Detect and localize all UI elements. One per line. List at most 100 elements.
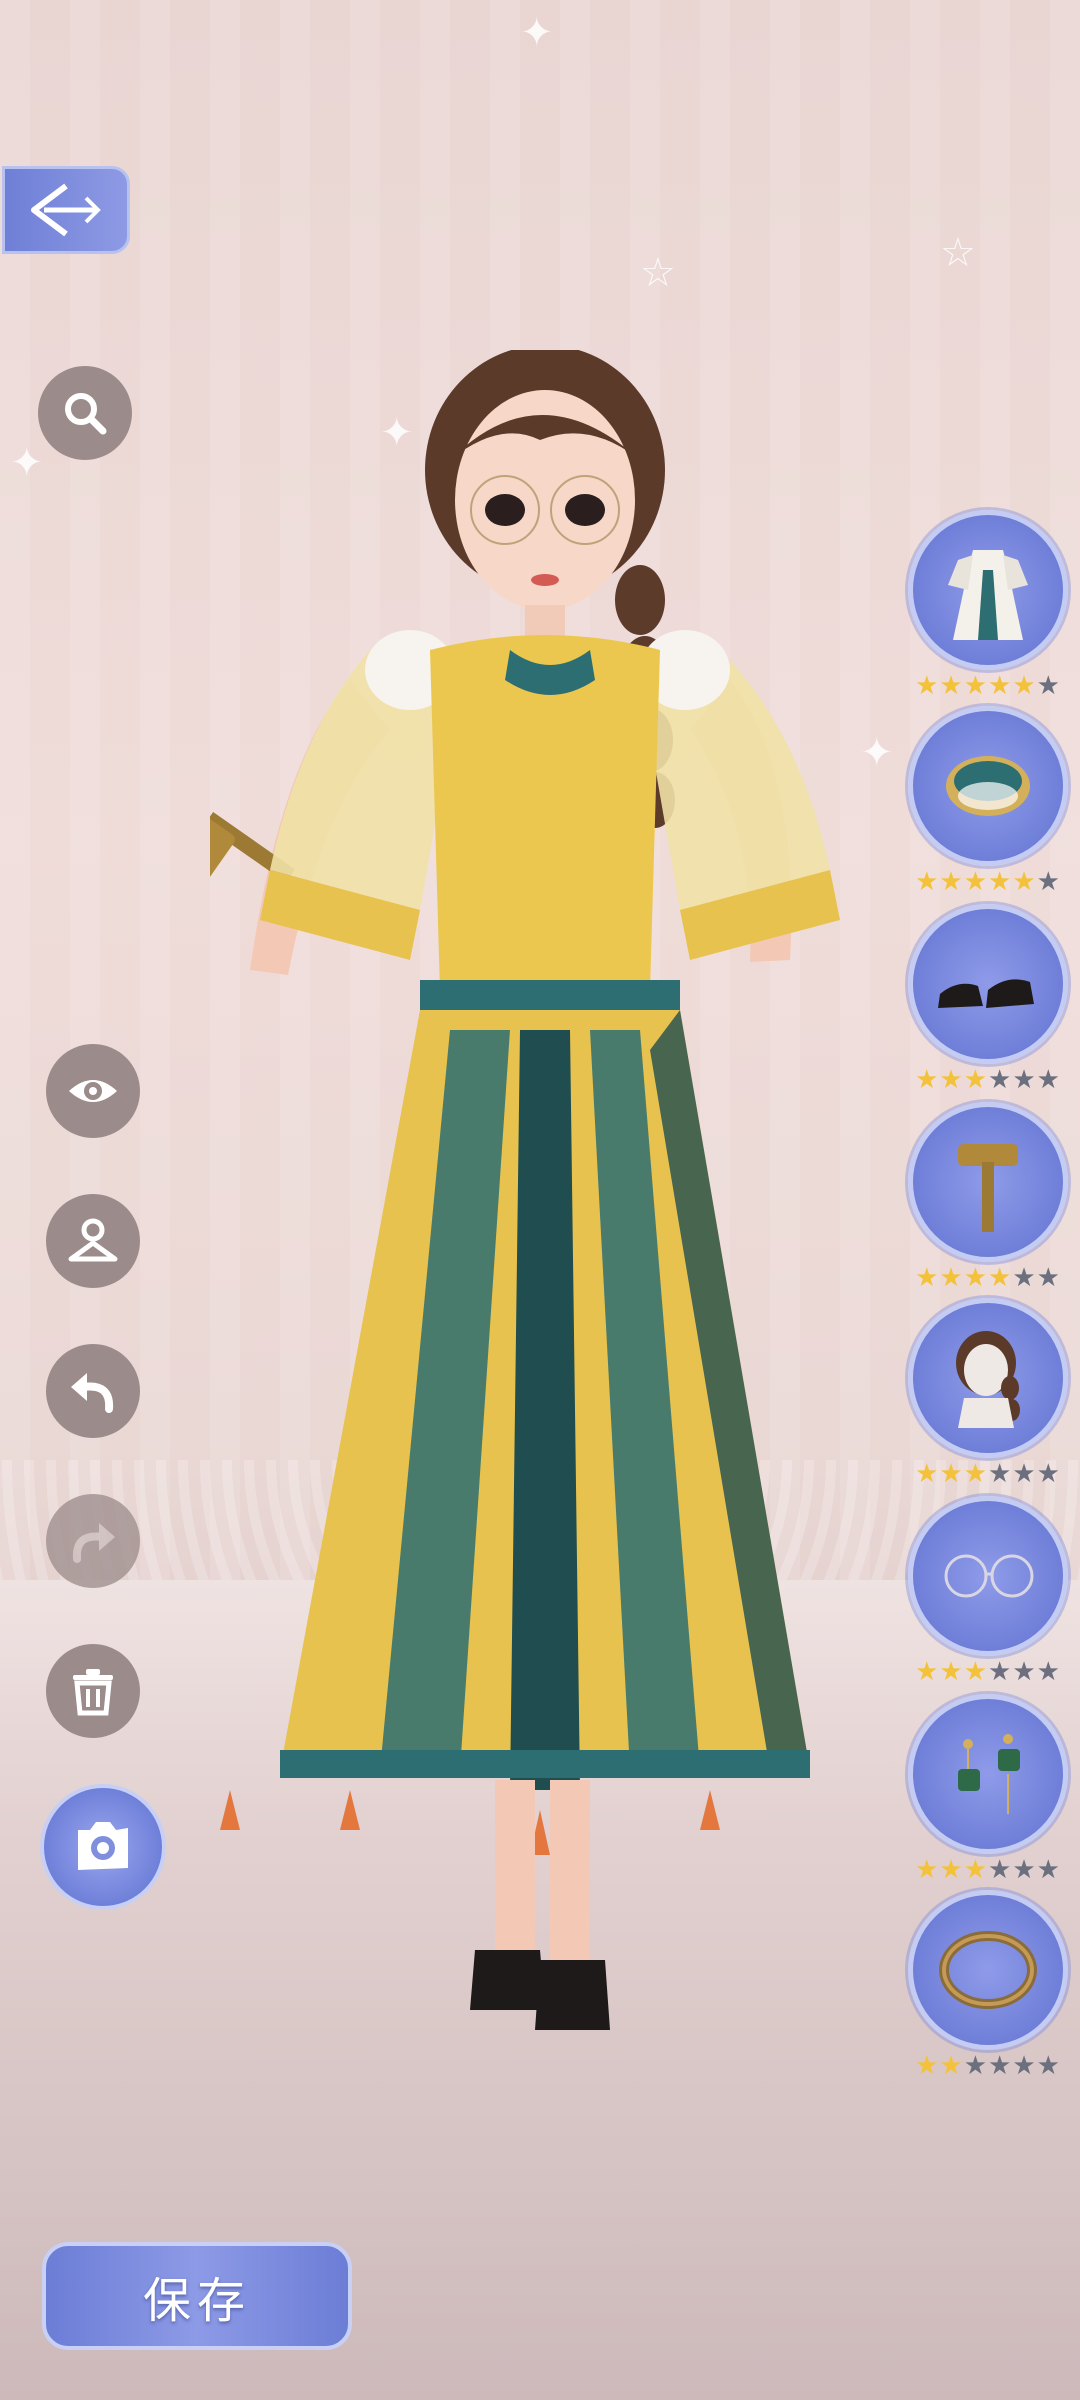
character-model [210, 350, 840, 2030]
star-empty-icon: ★ [1012, 1263, 1036, 1293]
star-filled-icon: ★ [939, 671, 963, 701]
camera-icon [78, 1822, 128, 1870]
star-empty-icon: ★ [988, 1065, 1012, 1095]
star-filled-icon: ★ [963, 1065, 987, 1095]
star-empty-icon: ★ [1012, 1459, 1036, 1489]
item-thumbnail[interactable] [907, 904, 1068, 1064]
star-empty-icon: ★ [963, 2051, 987, 2081]
star-filled-icon: ★ [988, 671, 1012, 701]
star-filled-icon: ★ [915, 1459, 939, 1489]
sparkle-icon: ☆ [640, 250, 676, 296]
star-empty-icon: ★ [1012, 1855, 1036, 1885]
star-rating: ★ ★ ★ ★ ★ ★ [905, 1460, 1070, 1488]
star-empty-icon: ★ [1036, 2051, 1060, 2081]
star-empty-icon: ★ [1036, 1657, 1060, 1687]
star-filled-icon: ★ [1012, 867, 1036, 897]
star-rating: ★ ★ ★ ★ ★ ★ [905, 672, 1070, 700]
back-button[interactable] [2, 166, 130, 254]
hide-ui-button[interactable] [46, 1044, 140, 1138]
ring-bracelet-icon [938, 1931, 1037, 2009]
star-filled-icon: ★ [915, 671, 939, 701]
item-thumbnail[interactable] [907, 510, 1068, 670]
hammer-icon [957, 1144, 1018, 1232]
star-rating: ★ ★ ★ ★ ★ ★ [905, 2052, 1070, 2080]
star-empty-icon: ★ [1012, 1065, 1036, 1095]
star-filled-icon: ★ [963, 671, 987, 701]
star-filled-icon: ★ [963, 1263, 987, 1293]
star-rating: ★ ★ ★ ★ ★ ★ [905, 1066, 1070, 1094]
redo-button[interactable] [46, 1494, 140, 1588]
star-filled-icon: ★ [1012, 671, 1036, 701]
undo-button[interactable] [46, 1344, 140, 1438]
camera-button[interactable] [40, 1784, 166, 1910]
star-filled-icon: ★ [939, 867, 963, 897]
star-filled-icon: ★ [988, 867, 1012, 897]
star-filled-icon: ★ [915, 1263, 939, 1293]
star-filled-icon: ★ [939, 1657, 963, 1687]
star-filled-icon: ★ [988, 1263, 1012, 1293]
item-slot-bracelet[interactable]: ★ ★ ★ ★ ★ ★ [905, 706, 1070, 896]
star-empty-icon: ★ [1036, 1065, 1060, 1095]
star-rating: ★ ★ ★ ★ ★ ★ [905, 1658, 1070, 1686]
star-rating: ★ ★ ★ ★ ★ ★ [905, 1264, 1070, 1292]
delete-button[interactable] [46, 1644, 140, 1738]
sparkle-icon: ☆ [940, 230, 976, 276]
item-slot-glasses[interactable]: ★ ★ ★ ★ ★ ★ [905, 1496, 1070, 1686]
star-rating: ★ ★ ★ ★ ★ ★ [905, 868, 1070, 896]
sparkle-icon: ✦ [520, 10, 554, 56]
item-thumbnail[interactable] [907, 706, 1068, 866]
item-slot-hammer[interactable]: ★ ★ ★ ★ ★ ★ [905, 1102, 1070, 1292]
redo-icon [72, 1523, 115, 1563]
item-thumbnail[interactable] [907, 1694, 1068, 1854]
bracelet-icon [945, 756, 1030, 816]
star-empty-icon: ★ [988, 1657, 1012, 1687]
star-filled-icon: ★ [915, 1657, 939, 1687]
star-filled-icon: ★ [963, 1657, 987, 1687]
search-icon [65, 393, 107, 435]
star-rating: ★ ★ ★ ★ ★ ★ [905, 1856, 1070, 1884]
star-filled-icon: ★ [939, 1065, 963, 1095]
star-empty-icon: ★ [1012, 1657, 1036, 1687]
star-filled-icon: ★ [915, 867, 939, 897]
shoes-icon [937, 979, 1034, 1008]
star-filled-icon: ★ [963, 1459, 987, 1489]
star-empty-icon: ★ [1036, 1855, 1060, 1885]
item-slot-dress[interactable]: ★ ★ ★ ★ ★ ★ [905, 510, 1070, 700]
star-empty-icon: ★ [1036, 1263, 1060, 1293]
star-filled-icon: ★ [915, 2051, 939, 2081]
back-arrow-icon [31, 183, 101, 237]
hanger-icon [68, 1218, 118, 1262]
star-filled-icon: ★ [915, 1065, 939, 1095]
item-slot-ring-bracelet[interactable]: ★ ★ ★ ★ ★ ★ [905, 1890, 1070, 2080]
star-empty-icon: ★ [988, 1459, 1012, 1489]
glasses-icon [944, 1554, 1033, 1598]
search-button[interactable] [38, 366, 132, 460]
undo-icon [71, 1373, 114, 1413]
star-empty-icon: ★ [1036, 1459, 1060, 1489]
item-slot-earrings[interactable]: ★ ★ ★ ★ ★ ★ [905, 1694, 1070, 1884]
item-thumbnail[interactable] [907, 1102, 1068, 1262]
item-thumbnail[interactable] [907, 1298, 1068, 1458]
save-button[interactable]: 保存 [42, 2242, 352, 2350]
star-filled-icon: ★ [939, 1855, 963, 1885]
item-thumbnail[interactable] [907, 1496, 1068, 1656]
star-filled-icon: ★ [939, 1263, 963, 1293]
item-slot-hair[interactable]: ★ ★ ★ ★ ★ ★ [905, 1298, 1070, 1488]
dress-icon [947, 550, 1028, 640]
star-filled-icon: ★ [915, 1855, 939, 1885]
wardrobe-button[interactable] [46, 1194, 140, 1288]
star-empty-icon: ★ [988, 1855, 1012, 1885]
item-thumbnail[interactable] [907, 1890, 1068, 2050]
star-empty-icon: ★ [1036, 671, 1060, 701]
star-filled-icon: ★ [963, 867, 987, 897]
eye-icon [69, 1080, 117, 1102]
star-filled-icon: ★ [939, 1459, 963, 1489]
earrings-icon [957, 1734, 1020, 1814]
star-empty-icon: ★ [1012, 2051, 1036, 2081]
trash-icon [73, 1669, 113, 1716]
star-filled-icon: ★ [939, 2051, 963, 2081]
star-filled-icon: ★ [963, 1855, 987, 1885]
item-slot-shoes[interactable]: ★ ★ ★ ★ ★ ★ [905, 904, 1070, 1094]
sparkle-icon: ✦ [10, 440, 44, 486]
star-empty-icon: ★ [988, 2051, 1012, 2081]
